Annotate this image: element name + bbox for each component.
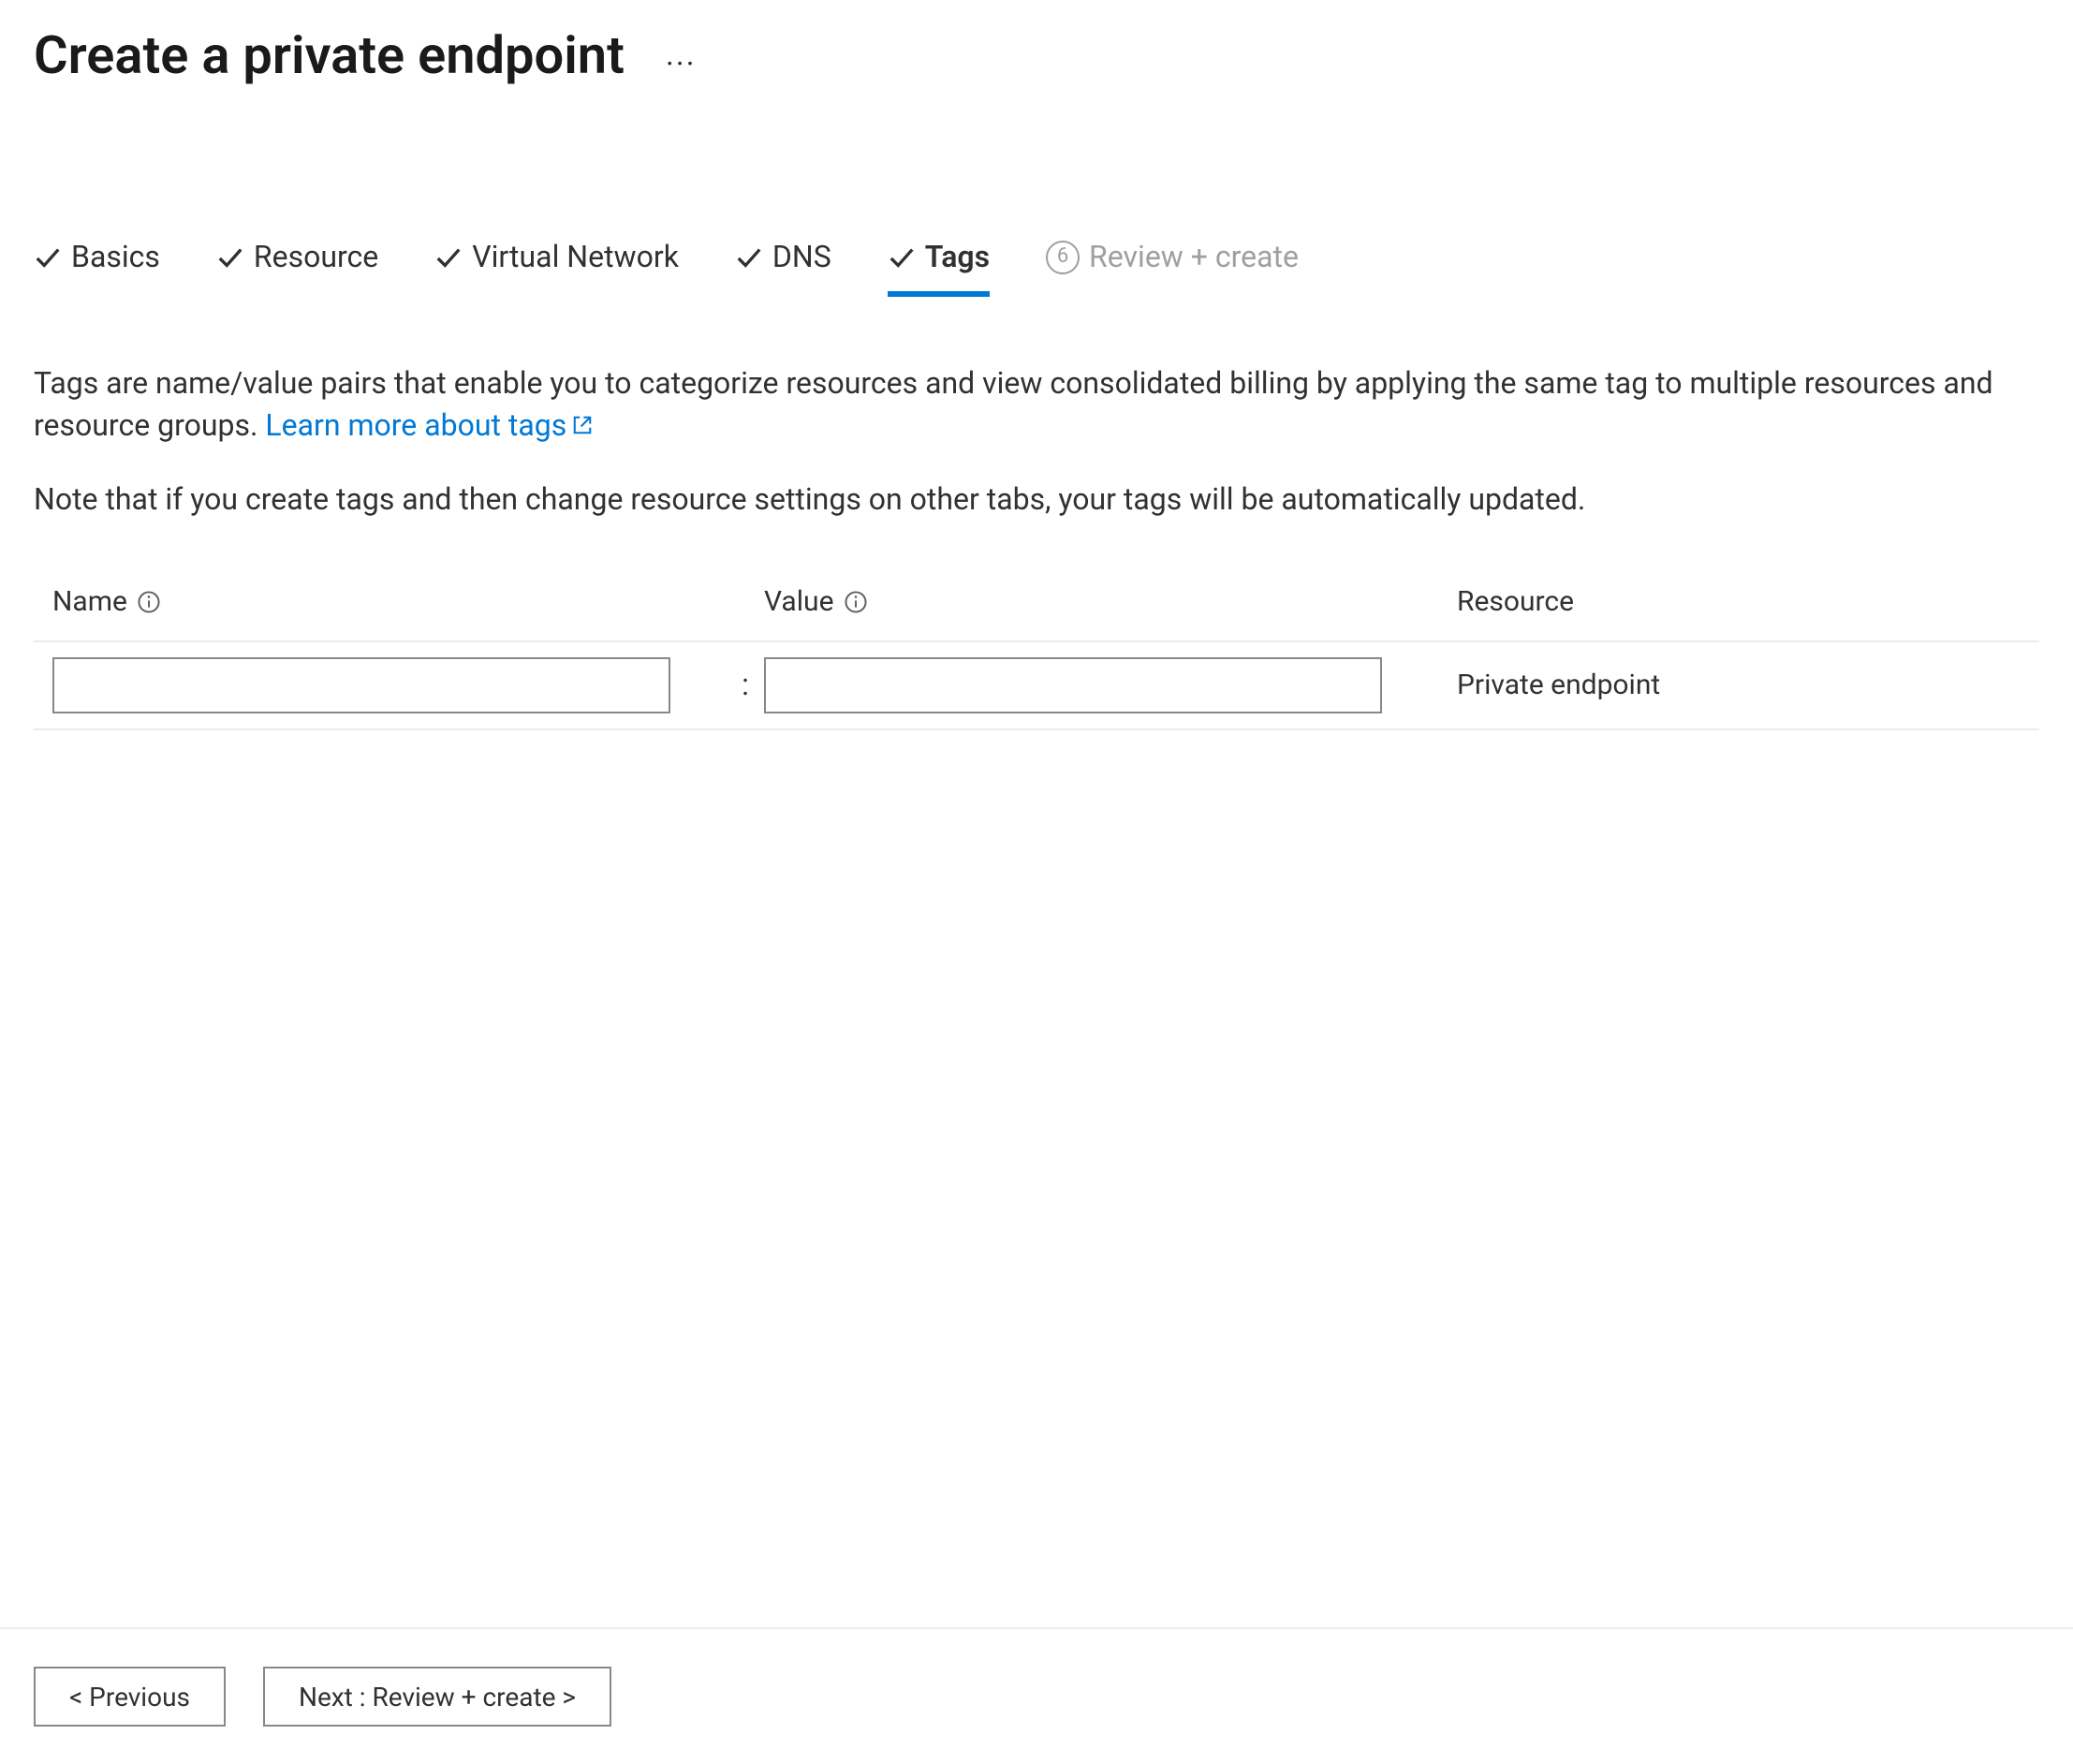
check-icon (216, 243, 244, 272)
page-title: Create a private endpoint (34, 19, 625, 92)
next-button[interactable]: Next : Review + create > (263, 1667, 611, 1727)
tab-label: Tags (925, 236, 990, 278)
learn-more-tags-link[interactable]: Learn more about tags (265, 407, 593, 443)
check-icon (434, 243, 463, 272)
tab-virtual-network[interactable]: Virtual Network (434, 232, 679, 297)
tab-basics[interactable]: Basics (34, 232, 160, 297)
col-header-name: Name (52, 582, 727, 622)
tab-tags[interactable]: Tags (888, 232, 990, 297)
check-icon (735, 243, 763, 272)
tags-table-header: Name Value Resource (34, 567, 2039, 642)
info-icon[interactable] (844, 590, 868, 614)
wizard-tabs: Basics Resource Virtual Network DNS Tags 6 Rev… (34, 232, 2039, 297)
tags-table: Name Value Resource : Private endpoint (34, 567, 2039, 730)
wizard-footer: < Previous Next : Review + create > (0, 1627, 2073, 1727)
check-icon (34, 243, 62, 272)
tag-name-input[interactable] (52, 657, 670, 713)
tag-separator: : (727, 664, 764, 706)
tag-resource-cell: Private endpoint (1438, 666, 2021, 705)
tags-note: Note that if you create tags and then ch… (34, 478, 2039, 521)
col-header-value: Value (764, 582, 1438, 622)
table-row: : Private endpoint (34, 642, 2039, 730)
info-icon[interactable] (137, 590, 161, 614)
tab-dns[interactable]: DNS (735, 232, 831, 297)
tab-label: Resource (254, 236, 378, 278)
tags-intro: Tags are name/value pairs that enable yo… (34, 362, 2019, 447)
tab-label: Virtual Network (472, 236, 679, 278)
tab-label: Basics (71, 236, 160, 278)
step-badge: 6 (1046, 241, 1080, 274)
external-link-icon (572, 415, 593, 435)
tab-label: DNS (772, 236, 831, 278)
tag-value-input[interactable] (764, 657, 1382, 713)
tab-review-create: 6 Review + create (1046, 232, 1299, 297)
previous-button[interactable]: < Previous (34, 1667, 226, 1727)
col-header-resource: Resource (1438, 582, 2021, 622)
more-actions-button[interactable]: ··· (662, 41, 700, 88)
check-icon (888, 243, 916, 272)
tab-resource[interactable]: Resource (216, 232, 378, 297)
tab-label: Review + create (1089, 236, 1299, 278)
